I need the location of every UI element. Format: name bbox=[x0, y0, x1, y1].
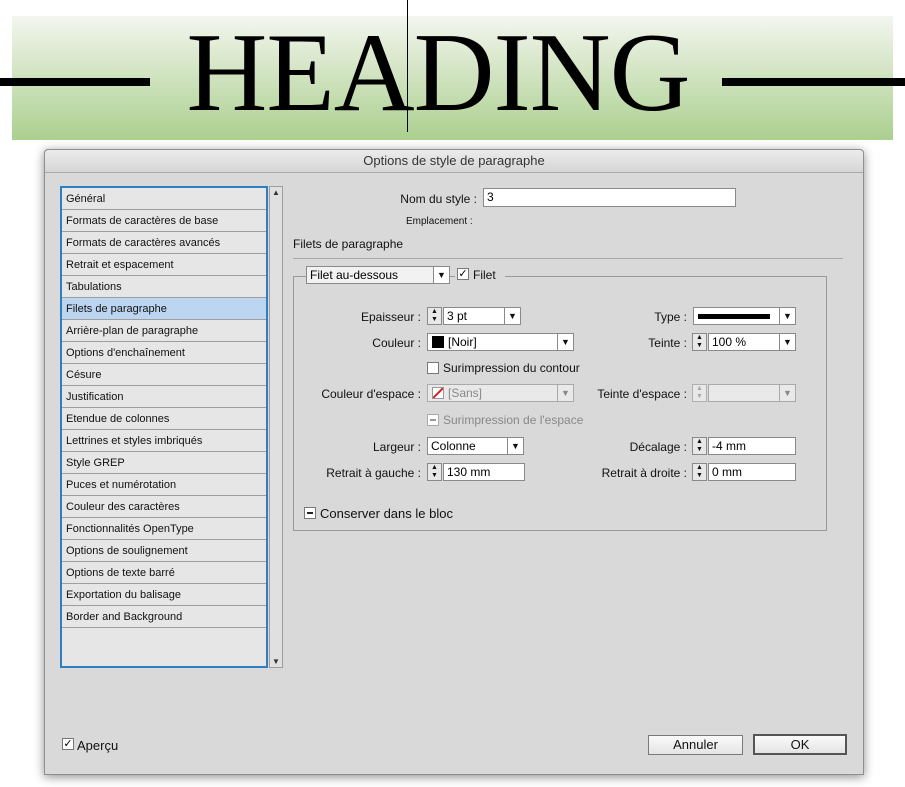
right-indent-label: Retrait à droite : bbox=[601, 466, 687, 480]
category-item[interactable]: Formats de caractères de base bbox=[62, 210, 266, 232]
dropdown-arrow-icon: ▼ bbox=[504, 308, 520, 324]
gap-color-label: Couleur d'espace : bbox=[321, 387, 421, 401]
gap-tint-dropdown[interactable]: ▼ bbox=[708, 384, 796, 402]
text-insertion-cursor bbox=[407, 0, 408, 132]
dropdown-arrow-icon: ▼ bbox=[557, 385, 573, 401]
tint-label: Teinte : bbox=[648, 336, 687, 350]
scroll-up-arrow-icon[interactable]: ▲ bbox=[272, 188, 280, 197]
color-value: [Noir] bbox=[448, 335, 477, 349]
location-label: Emplacement : bbox=[406, 216, 473, 227]
right-indent-stepper[interactable]: ▲ ▼ bbox=[692, 463, 707, 481]
scroll-down-arrow-icon[interactable]: ▼ bbox=[272, 657, 280, 666]
category-item[interactable]: Tabulations bbox=[62, 276, 266, 298]
type-label: Type : bbox=[654, 310, 687, 324]
gap-tint-label: Teinte d'espace : bbox=[597, 387, 687, 401]
cancel-button[interactable]: Annuler bbox=[648, 735, 743, 755]
overprint-stroke-checkbox[interactable] bbox=[427, 362, 439, 374]
category-item[interactable]: Fonctionnalités OpenType bbox=[62, 518, 266, 540]
right-indent-input[interactable]: 0 mm bbox=[708, 463, 796, 481]
dropdown-arrow-icon: ▼ bbox=[557, 334, 573, 350]
weight-label: Epaisseur : bbox=[360, 310, 421, 324]
category-item[interactable]: Border and Background bbox=[62, 606, 266, 628]
gap-tint-stepper[interactable]: ▲ ▼ bbox=[692, 384, 707, 402]
category-item[interactable]: Filets de paragraphe bbox=[62, 298, 266, 320]
left-indent-label: Retrait à gauche : bbox=[326, 466, 421, 480]
tint-dropdown[interactable]: 100 % ▼ bbox=[708, 333, 796, 351]
category-item[interactable]: Arrière-plan de paragraphe bbox=[62, 320, 266, 342]
rule-position-dropdown[interactable]: Filet au-dessous ▼ bbox=[306, 266, 450, 284]
left-indent-stepper[interactable]: ▲ ▼ bbox=[427, 463, 442, 481]
category-list[interactable]: Général Formats de caractères de base Form… bbox=[60, 186, 268, 668]
category-item[interactable]: Couleur des caractères bbox=[62, 496, 266, 518]
dropdown-arrow-icon: ▼ bbox=[779, 334, 795, 350]
dialog-title: Options de style de paragraphe bbox=[45, 150, 863, 173]
category-item[interactable]: Justification bbox=[62, 386, 266, 408]
overprint-gap-checkbox[interactable] bbox=[427, 414, 439, 426]
paragraph-style-options-dialog: Options de style de paragraphe Général Fo… bbox=[44, 149, 864, 775]
heading-rule-left bbox=[0, 78, 150, 86]
color-dropdown[interactable]: [Noir] ▼ bbox=[427, 333, 574, 351]
category-item[interactable]: Général bbox=[62, 188, 266, 210]
category-item[interactable]: Options de texte barré bbox=[62, 562, 266, 584]
overprint-stroke-label: Surimpression du contour bbox=[443, 361, 580, 375]
left-indent-input[interactable]: 130 mm bbox=[443, 463, 525, 481]
weight-value: 3 pt bbox=[447, 309, 468, 323]
keep-in-frame-label: Conserver dans le bloc bbox=[320, 506, 453, 521]
preview-checkbox[interactable]: ✓ bbox=[62, 738, 74, 750]
width-dropdown[interactable]: Colonne ▼ bbox=[427, 437, 524, 455]
black-swatch-icon bbox=[432, 336, 444, 348]
solid-line-type-icon bbox=[698, 314, 770, 319]
checkmark-icon: ✓ bbox=[458, 268, 468, 280]
document-preview: HEADING bbox=[0, 0, 905, 148]
width-value: Colonne bbox=[431, 439, 476, 453]
weight-dropdown[interactable]: 3 pt ▼ bbox=[443, 307, 521, 325]
offset-input[interactable]: -4 mm bbox=[708, 437, 796, 455]
width-label: Largeur : bbox=[372, 440, 421, 454]
tint-stepper[interactable]: ▲ ▼ bbox=[692, 333, 707, 351]
category-item[interactable]: Césure bbox=[62, 364, 266, 386]
category-item[interactable]: Formats de caractères avancés bbox=[62, 232, 266, 254]
tint-value: 100 % bbox=[712, 335, 747, 349]
category-item[interactable]: Puces et numérotation bbox=[62, 474, 266, 496]
preview-label: Aperçu bbox=[77, 738, 119, 753]
dropdown-arrow-icon: ▼ bbox=[779, 385, 795, 401]
ok-button[interactable]: OK bbox=[753, 734, 847, 755]
rule-position-value: Filet au-dessous bbox=[310, 268, 399, 282]
heading-text: HEADING bbox=[186, 11, 690, 135]
overprint-gap-label: Surimpression de l'espace bbox=[443, 413, 584, 427]
rule-checkbox[interactable]: ✓ bbox=[457, 268, 469, 280]
category-item[interactable]: Style GREP bbox=[62, 452, 266, 474]
category-item[interactable]: Etendue de colonnes bbox=[62, 408, 266, 430]
gap-color-dropdown[interactable]: [Sans] ▼ bbox=[427, 384, 574, 402]
offset-label: Décalage : bbox=[629, 440, 687, 454]
section-divider bbox=[293, 258, 843, 259]
category-item[interactable]: Lettrines et styles imbriqués bbox=[62, 430, 266, 452]
keep-in-frame-checkbox[interactable] bbox=[304, 507, 316, 519]
gap-color-value: [Sans] bbox=[448, 386, 483, 400]
category-item[interactable]: Options d'enchaînement bbox=[62, 342, 266, 364]
color-label: Couleur : bbox=[372, 336, 421, 350]
style-name-input[interactable]: 3 bbox=[483, 188, 736, 207]
none-swatch-icon bbox=[432, 387, 444, 399]
dropdown-arrow-icon: ▼ bbox=[779, 308, 795, 324]
rule-checkbox-label: Filet bbox=[473, 268, 496, 282]
category-item[interactable]: Exportation du balisage bbox=[62, 584, 266, 606]
dropdown-arrow-icon: ▼ bbox=[507, 438, 523, 454]
checkmark-icon: ✓ bbox=[63, 738, 73, 750]
category-item[interactable]: Retrait et espacement bbox=[62, 254, 266, 276]
category-item[interactable]: Options de soulignement bbox=[62, 540, 266, 562]
weight-stepper[interactable]: ▲ ▼ bbox=[427, 307, 442, 325]
section-title: Filets de paragraphe bbox=[293, 237, 404, 251]
type-dropdown[interactable]: ▼ bbox=[693, 307, 796, 325]
offset-stepper[interactable]: ▲ ▼ bbox=[692, 437, 707, 455]
style-name-label: Nom du style : bbox=[400, 192, 477, 206]
category-scrollbar[interactable]: ▲ ▼ bbox=[269, 186, 283, 668]
dropdown-arrow-icon: ▼ bbox=[433, 267, 449, 283]
heading-rule-right bbox=[722, 78, 905, 86]
